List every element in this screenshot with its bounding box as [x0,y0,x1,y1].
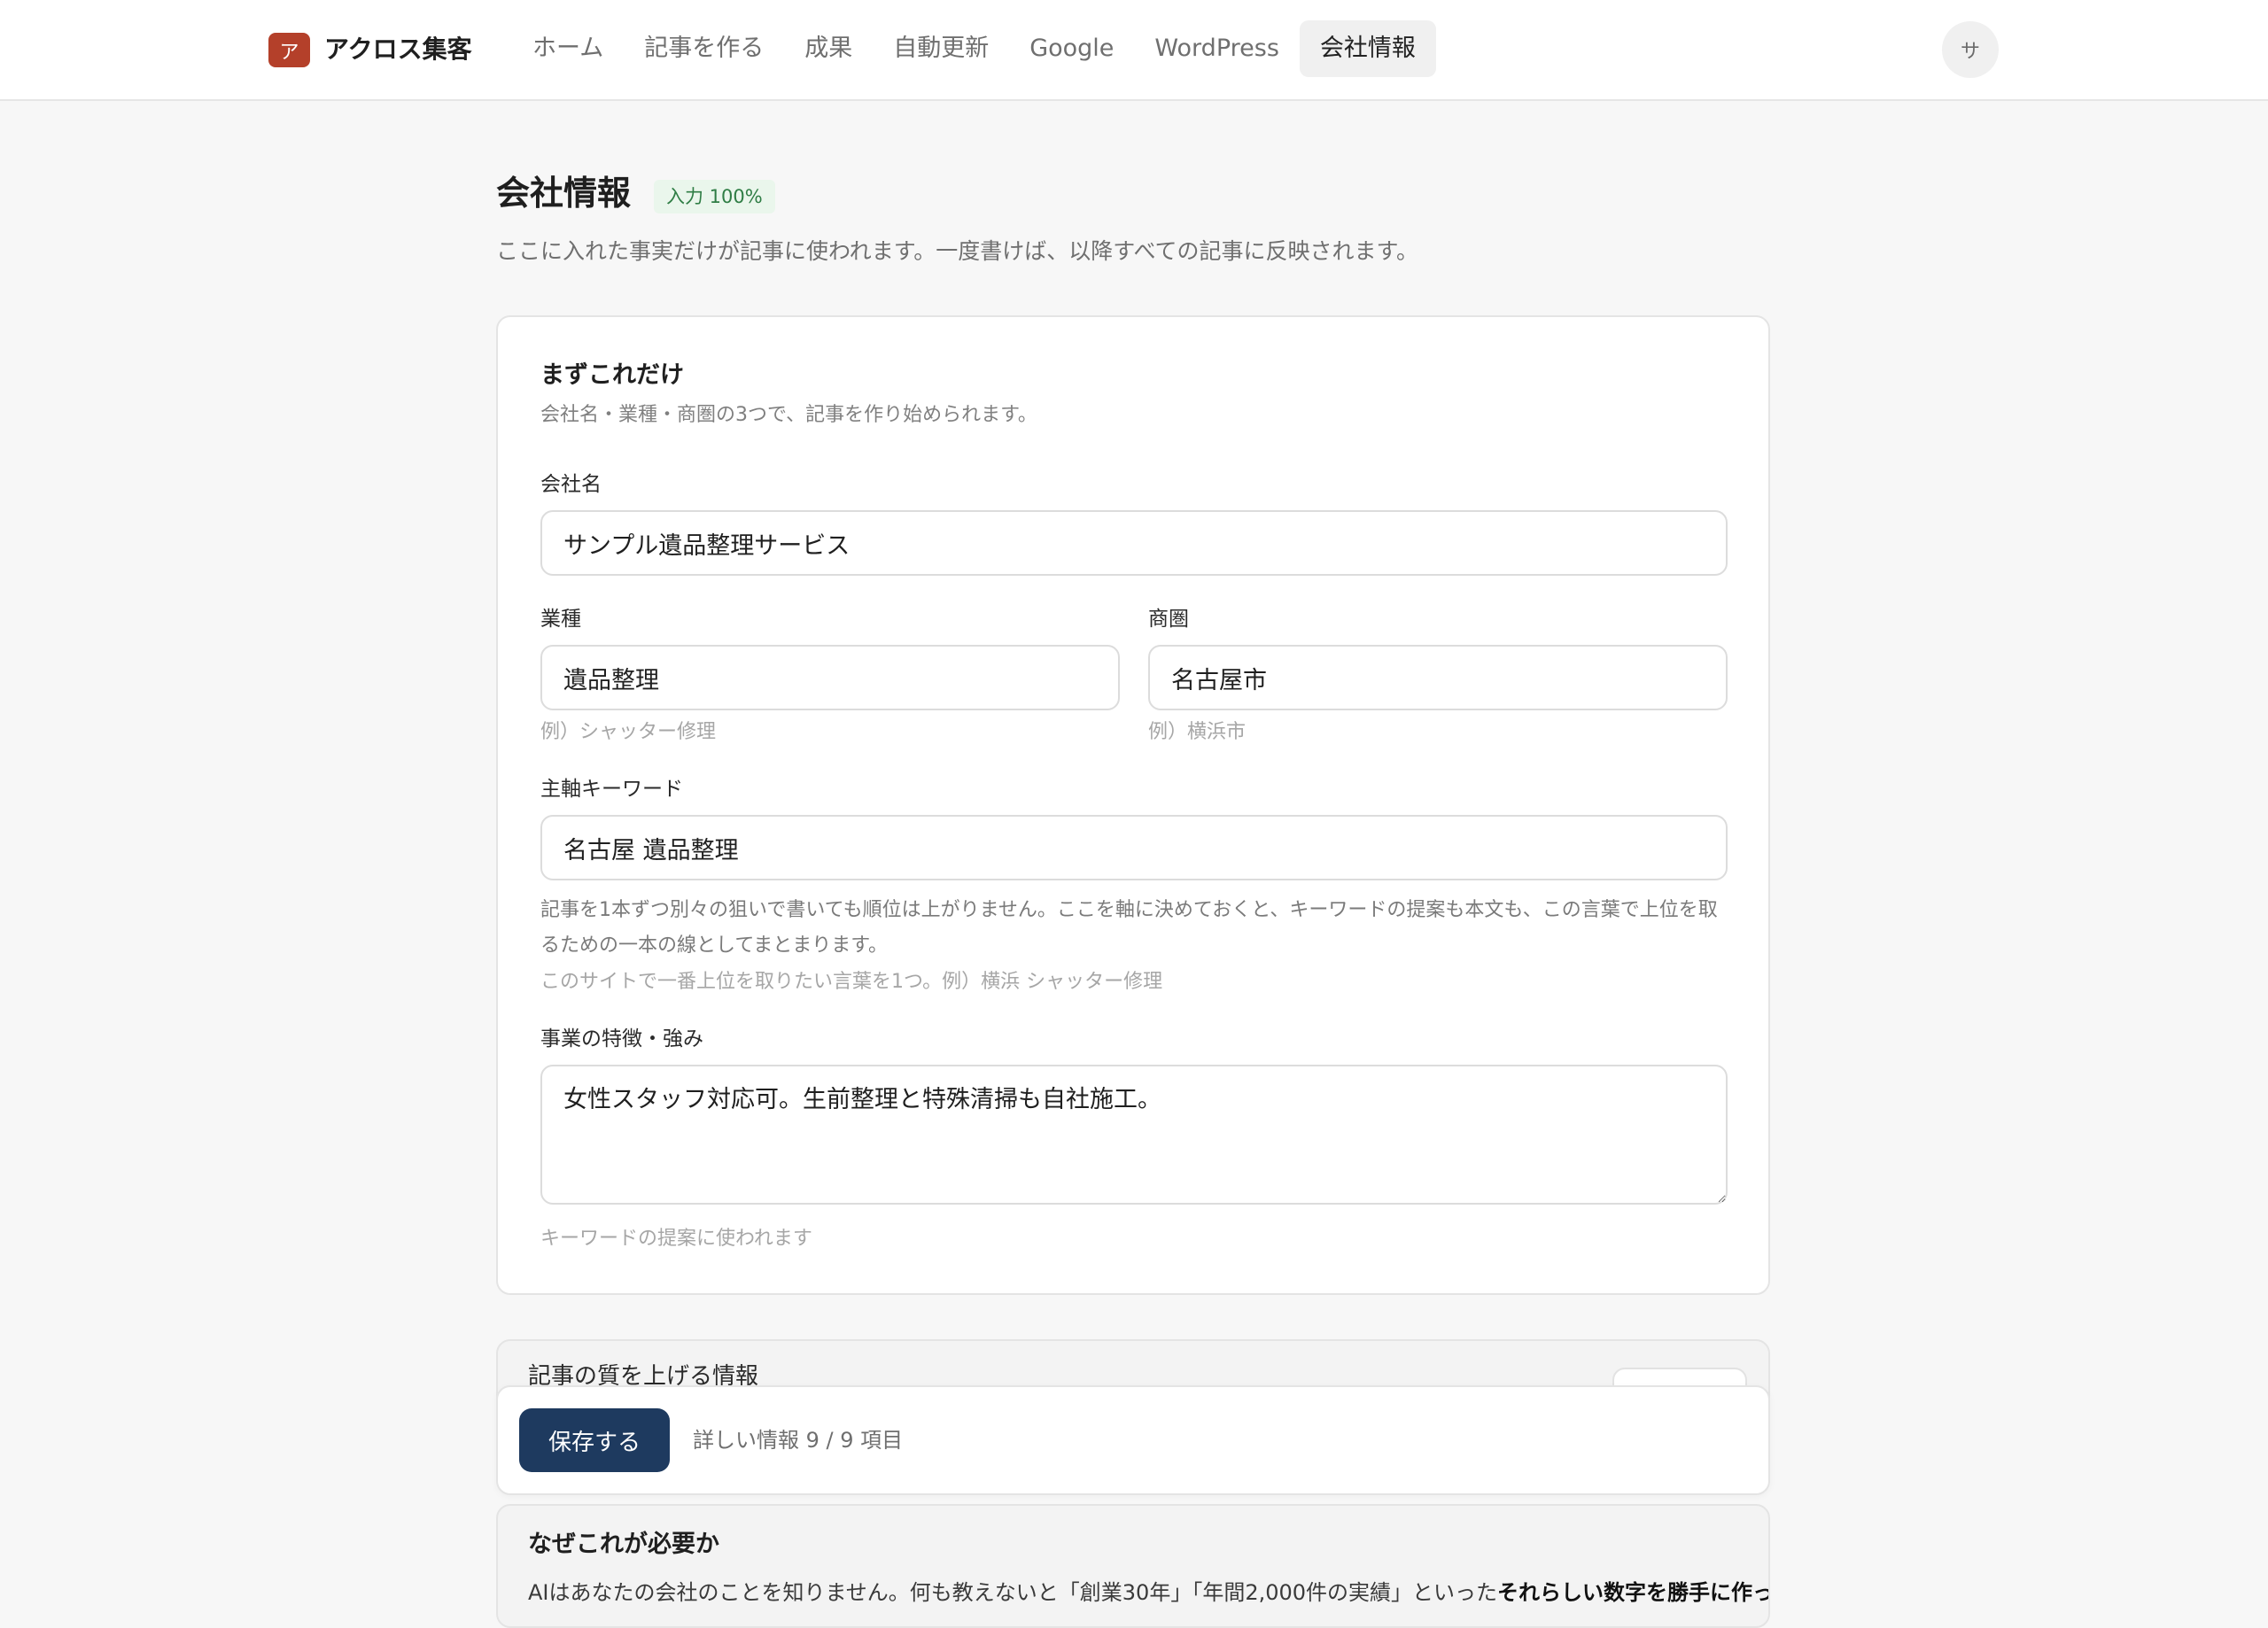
completion-badge: 入力 100% [654,180,775,213]
features-textarea[interactable]: 女性スタッフ対応可。生前整理と特殊清掃も自社施工。 [540,1065,1728,1205]
industry-hint: 例）シャッター修理 [540,721,717,743]
why-section-title: なぜこれが必要か [528,1531,719,1558]
page-title: 会社情報 [496,174,632,213]
main-keyword-help-line1: 記事を1本ずつ別々の狙いで書いても順位は上がりません。ここを軸に決めておくと、キ… [540,899,1718,921]
main-keyword-label: 主軸キーワード [540,778,683,801]
main-keyword-help-line2: るための一本の線としてまとまります。 [540,934,889,957]
industry-input[interactable] [540,645,1120,710]
nav-home[interactable]: ホーム [512,20,624,77]
section-subtitle: 会社名・業種・商圏の3つで、記事を作り始められます。 [540,404,1037,426]
nav-auto-update[interactable]: 自動更新 [873,20,1009,77]
sticky-save-bar: 保存する 詳しい情報 9 / 9 項目 [496,1385,1770,1495]
brand-name[interactable]: アクロス集客 [324,32,472,67]
area-hint: 例）横浜市 [1148,721,1247,743]
why-section-body: AIはあなたの会社のことを知りません。何も教えないと「創業30年」「年間2,00… [528,1575,1768,1610]
area-input[interactable] [1148,645,1728,710]
basics-card: まずこれだけ 会社名・業種・商圏の3つで、記事を作り始められます。 会社名 業種… [496,315,1770,1295]
user-avatar[interactable]: サ [1942,21,1999,78]
why-body-text: AIはあなたの会社のことを知りません。何も教えないと「創業30年」「年間2,00… [528,1580,1498,1605]
top-navigation-bar: ア アクロス集客 ホーム 記事を作る 成果 自動更新 Google WordPr… [0,0,2268,101]
company-name-label: 会社名 [540,473,602,496]
detail-progress-status: 詳しい情報 9 / 9 項目 [693,1428,904,1453]
nav-google[interactable]: Google [1009,20,1134,77]
why-body-emphasis: それらしい数字を勝手に作ってしま [1497,1580,1768,1605]
features-hint: キーワードの提案に使われます [540,1228,812,1250]
area-label: 商圏 [1148,608,1189,631]
section-title: まずこれだけ [540,361,684,389]
why-section-card: なぜこれが必要か AIはあなたの会社のことを知りません。何も教えないと「創業30… [496,1504,1770,1628]
save-button[interactable]: 保存する [519,1408,670,1472]
nav-wordpress[interactable]: WordPress [1134,20,1299,77]
nav-company-info[interactable]: 会社情報 [1299,20,1436,77]
nav-create-article[interactable]: 記事を作る [624,20,784,77]
main-keyword-hint: このサイトで一番上位を取りたい言葉を1つ。例）横浜 シャッター修理 [540,971,1163,993]
page-subtitle: ここに入れた事実だけが記事に使われます。一度書けば、以降すべての記事に反映されま… [496,238,1419,264]
company-name-input[interactable] [540,510,1728,576]
industry-label: 業種 [540,608,581,631]
main-keyword-input[interactable] [540,815,1728,880]
nav-results[interactable]: 成果 [784,20,873,77]
brand-logo-icon[interactable]: ア [268,33,310,67]
main-nav: ホーム 記事を作る 成果 自動更新 Google WordPress 会社情報 [512,20,1436,77]
features-label: 事業の特徴・強み [540,1027,703,1050]
